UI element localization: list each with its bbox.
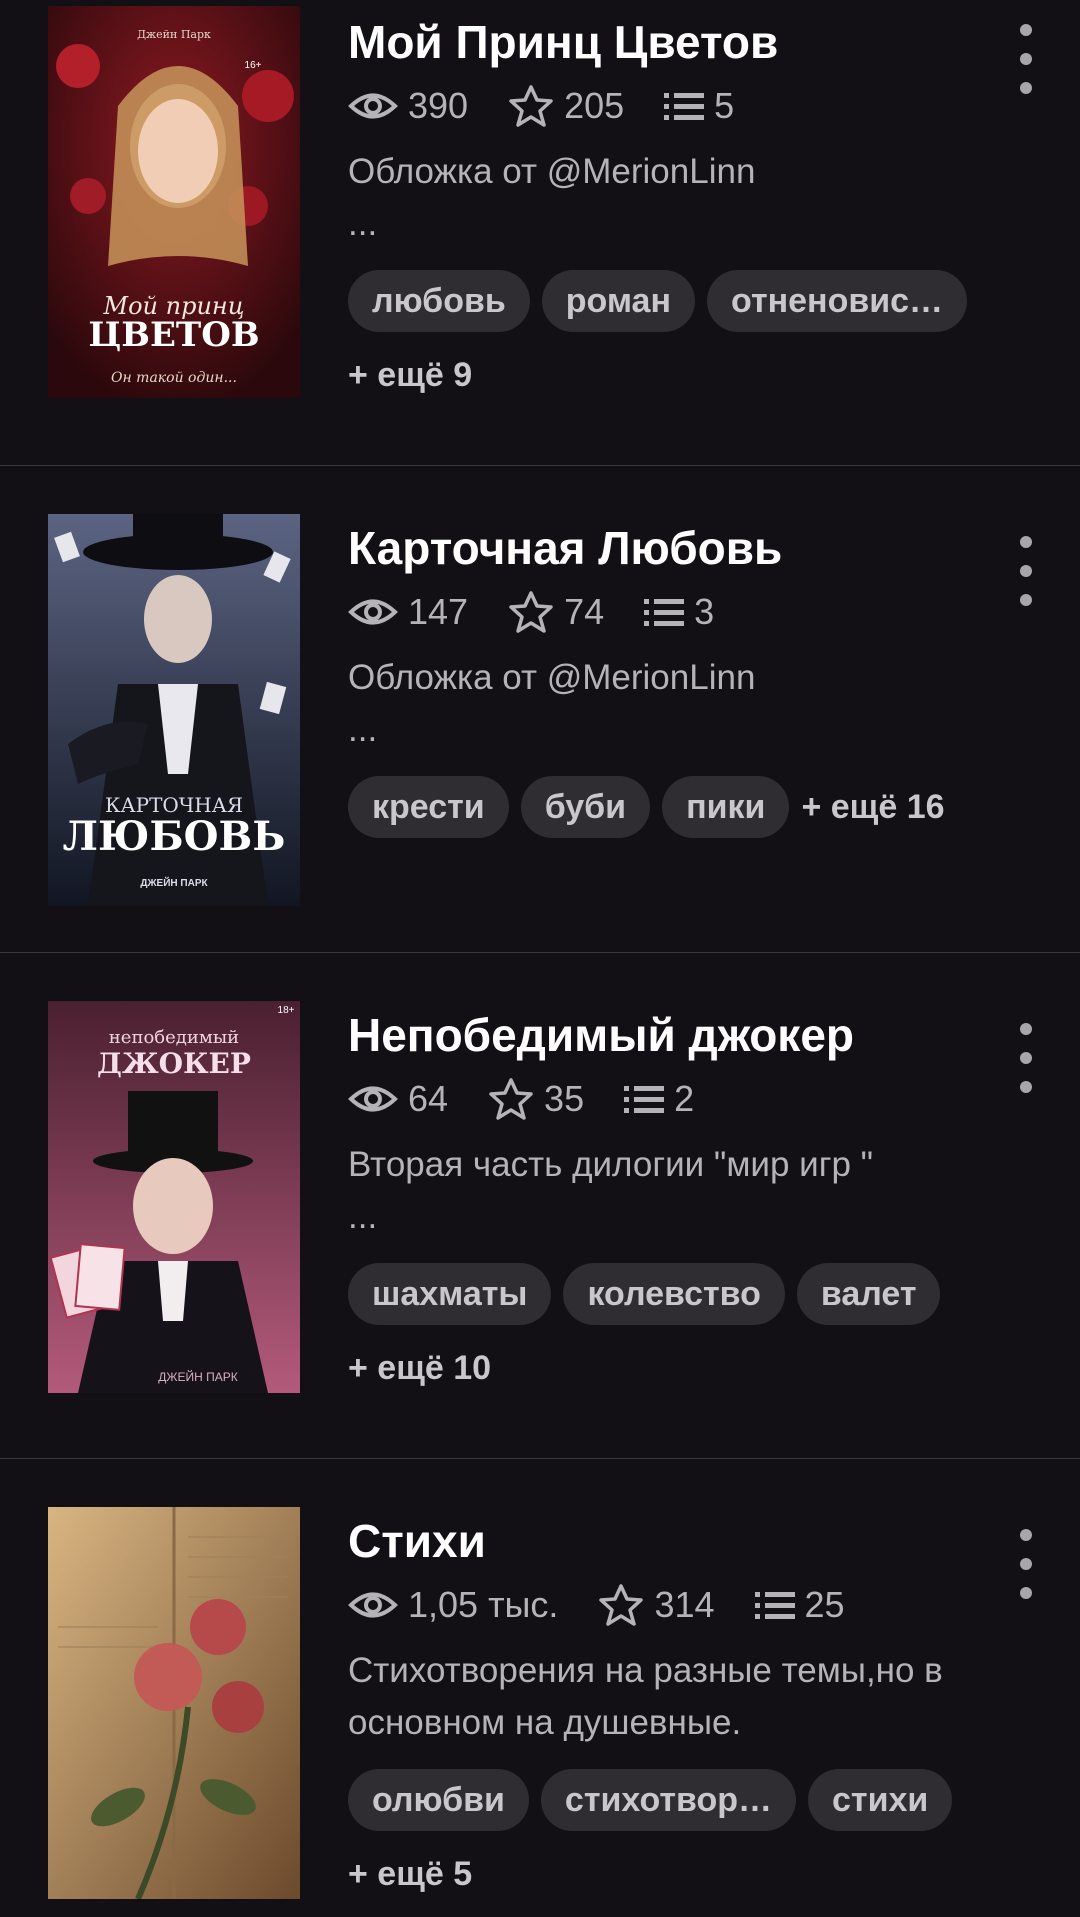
story-cover[interactable]: непобедимый ДЖОКЕР 18+ ДЖЕЙН ПАРК bbox=[48, 1001, 300, 1393]
story-card[interactable]: Джейн Парк 16+ Мой принц ЦВЕТОВ Он такой… bbox=[0, 0, 1080, 466]
story-card[interactable]: Стихи 1,05 тыс. 314 25 Стихотворения на … bbox=[0, 1459, 1080, 1899]
tag-chip[interactable]: колевство bbox=[563, 1263, 785, 1325]
more-tags[interactable]: + ещё 9 bbox=[348, 344, 472, 406]
eye-icon bbox=[348, 1086, 398, 1112]
chapters-stat: 25 bbox=[754, 1584, 845, 1626]
story-cover[interactable]: Джейн Парк 16+ Мой принц ЦВЕТОВ Он такой… bbox=[48, 6, 300, 398]
cover-author: Джейн Парк bbox=[137, 28, 211, 41]
more-vertical-icon[interactable] bbox=[1006, 24, 1046, 94]
list-icon bbox=[624, 1086, 665, 1113]
story-stats: 390 205 5 bbox=[348, 82, 990, 130]
star-icon bbox=[509, 85, 553, 127]
eye-icon bbox=[348, 1592, 398, 1618]
story-title[interactable]: Мой Принц Цветов bbox=[348, 14, 990, 70]
tag-chip[interactable]: роман bbox=[541, 270, 696, 332]
cover-title-line1: непобедимый bbox=[109, 1027, 239, 1048]
views-stat: 390 bbox=[348, 85, 468, 127]
list-icon bbox=[754, 1592, 795, 1619]
tag-list: шахматы колевство валет + ещё 10 bbox=[348, 1263, 990, 1411]
cover-title-line2: ЦВЕТОВ bbox=[88, 315, 259, 355]
more-vertical-icon[interactable] bbox=[1006, 536, 1046, 606]
story-title[interactable]: Стихи bbox=[348, 1513, 990, 1569]
star-icon bbox=[599, 1584, 644, 1626]
story-description: Стихотворения на разные темы,но в основн… bbox=[348, 1651, 943, 1742]
story-card[interactable]: непобедимый ДЖОКЕР 18+ ДЖЕЙН ПАРК Непобе… bbox=[0, 953, 1080, 1459]
story-description: Вторая часть дилогии "мир игр " ... bbox=[348, 1145, 874, 1236]
cover-image: КАРТОЧНАЯ ЛЮБОВЬ ДЖЕЙН ПАРК bbox=[48, 514, 300, 906]
chapters-stat: 2 bbox=[624, 1078, 694, 1120]
cover-author: ДЖЕЙН ПАРК bbox=[158, 1369, 237, 1384]
story-cover[interactable] bbox=[48, 1507, 300, 1899]
cover-image: Джейн Парк 16+ Мой принц ЦВЕТОВ Он такой… bbox=[48, 6, 300, 398]
stars-stat: 205 bbox=[508, 84, 624, 128]
more-tags[interactable]: + ещё 10 bbox=[348, 1337, 491, 1399]
tag-chip[interactable]: шахматы bbox=[348, 1263, 552, 1325]
views-count: 64 bbox=[408, 1078, 449, 1119]
stars-stat: 35 bbox=[488, 1077, 584, 1121]
cover-age-badge: 18+ bbox=[278, 1005, 295, 1016]
chapters-count: 5 bbox=[714, 85, 735, 126]
tag-list: олюбви стихотвор… стихи + ещё 5 bbox=[348, 1769, 990, 1917]
tag-chip[interactable]: буби bbox=[520, 776, 651, 838]
tag-chip[interactable]: любовь bbox=[348, 270, 530, 332]
cover-image: непобедимый ДЖОКЕР 18+ ДЖЕЙН ПАРК bbox=[48, 1001, 300, 1393]
views-count: 1,05 тыс. bbox=[408, 1584, 559, 1625]
cover-title-line2: ДЖОКЕР bbox=[97, 1047, 251, 1080]
stars-stat: 74 bbox=[508, 590, 604, 634]
tag-chip[interactable]: стихотвор… bbox=[540, 1769, 797, 1831]
list-icon bbox=[644, 599, 685, 626]
story-description: Обложка от @MerionLinn ... bbox=[348, 658, 756, 749]
cover-author: ДЖЕЙН ПАРК bbox=[140, 876, 208, 889]
eye-icon bbox=[348, 599, 398, 625]
cover-age-badge: 16+ bbox=[245, 60, 262, 71]
more-tags[interactable]: + ещё 5 bbox=[348, 1843, 472, 1905]
tag-chip[interactable]: отненовис… bbox=[707, 270, 968, 332]
tag-chip[interactable]: олюбви bbox=[348, 1769, 529, 1831]
views-stat: 147 bbox=[348, 591, 468, 633]
chapters-count: 25 bbox=[804, 1584, 845, 1625]
story-title[interactable]: Карточная Любовь bbox=[348, 520, 990, 576]
more-vertical-icon[interactable] bbox=[1006, 1023, 1046, 1093]
more-vertical-icon[interactable] bbox=[1006, 1529, 1046, 1599]
star-icon bbox=[509, 591, 553, 633]
tag-chip[interactable]: валет bbox=[796, 1263, 941, 1325]
chapters-count: 2 bbox=[674, 1078, 695, 1119]
stars-count: 74 bbox=[564, 591, 605, 632]
chapters-count: 3 bbox=[694, 591, 715, 632]
star-icon bbox=[489, 1078, 533, 1120]
tag-chip[interactable]: крести bbox=[348, 776, 509, 838]
story-stats: 147 74 3 bbox=[348, 588, 990, 636]
views-stat: 1,05 тыс. bbox=[348, 1584, 558, 1626]
tag-list: крести буби пики + ещё 16 bbox=[348, 776, 990, 850]
more-tags[interactable]: + ещё 16 bbox=[801, 776, 944, 838]
cover-tagline: Он такой один... bbox=[111, 370, 237, 386]
chapters-stat: 5 bbox=[664, 85, 734, 127]
stars-stat: 314 bbox=[598, 1583, 715, 1627]
views-stat: 64 bbox=[348, 1078, 448, 1120]
chapters-stat: 3 bbox=[644, 591, 714, 633]
cover-title-line2: ЛЮБОВЬ bbox=[63, 813, 286, 860]
tag-chip[interactable]: пики bbox=[662, 776, 790, 838]
views-count: 147 bbox=[408, 591, 469, 632]
tag-chip[interactable]: стихи bbox=[808, 1769, 953, 1831]
stars-count: 35 bbox=[544, 1078, 585, 1119]
stars-count: 205 bbox=[564, 85, 625, 126]
story-stats: 64 35 2 bbox=[348, 1075, 990, 1123]
story-title[interactable]: Непобедимый джокер bbox=[348, 1007, 990, 1063]
eye-icon bbox=[348, 93, 398, 119]
story-cover[interactable]: КАРТОЧНАЯ ЛЮБОВЬ ДЖЕЙН ПАРК bbox=[48, 514, 300, 906]
story-card[interactable]: КАРТОЧНАЯ ЛЮБОВЬ ДЖЕЙН ПАРК Карточная Лю… bbox=[0, 466, 1080, 953]
stars-count: 314 bbox=[654, 1584, 715, 1625]
views-count: 390 bbox=[408, 85, 469, 126]
story-stats: 1,05 тыс. 314 25 bbox=[348, 1581, 990, 1629]
cover-image bbox=[48, 1507, 300, 1899]
list-icon bbox=[664, 93, 705, 120]
story-description: Обложка от @MerionLinn ... bbox=[348, 152, 756, 243]
tag-list: любовь роман отненовис… + ещё 9 bbox=[348, 270, 990, 418]
